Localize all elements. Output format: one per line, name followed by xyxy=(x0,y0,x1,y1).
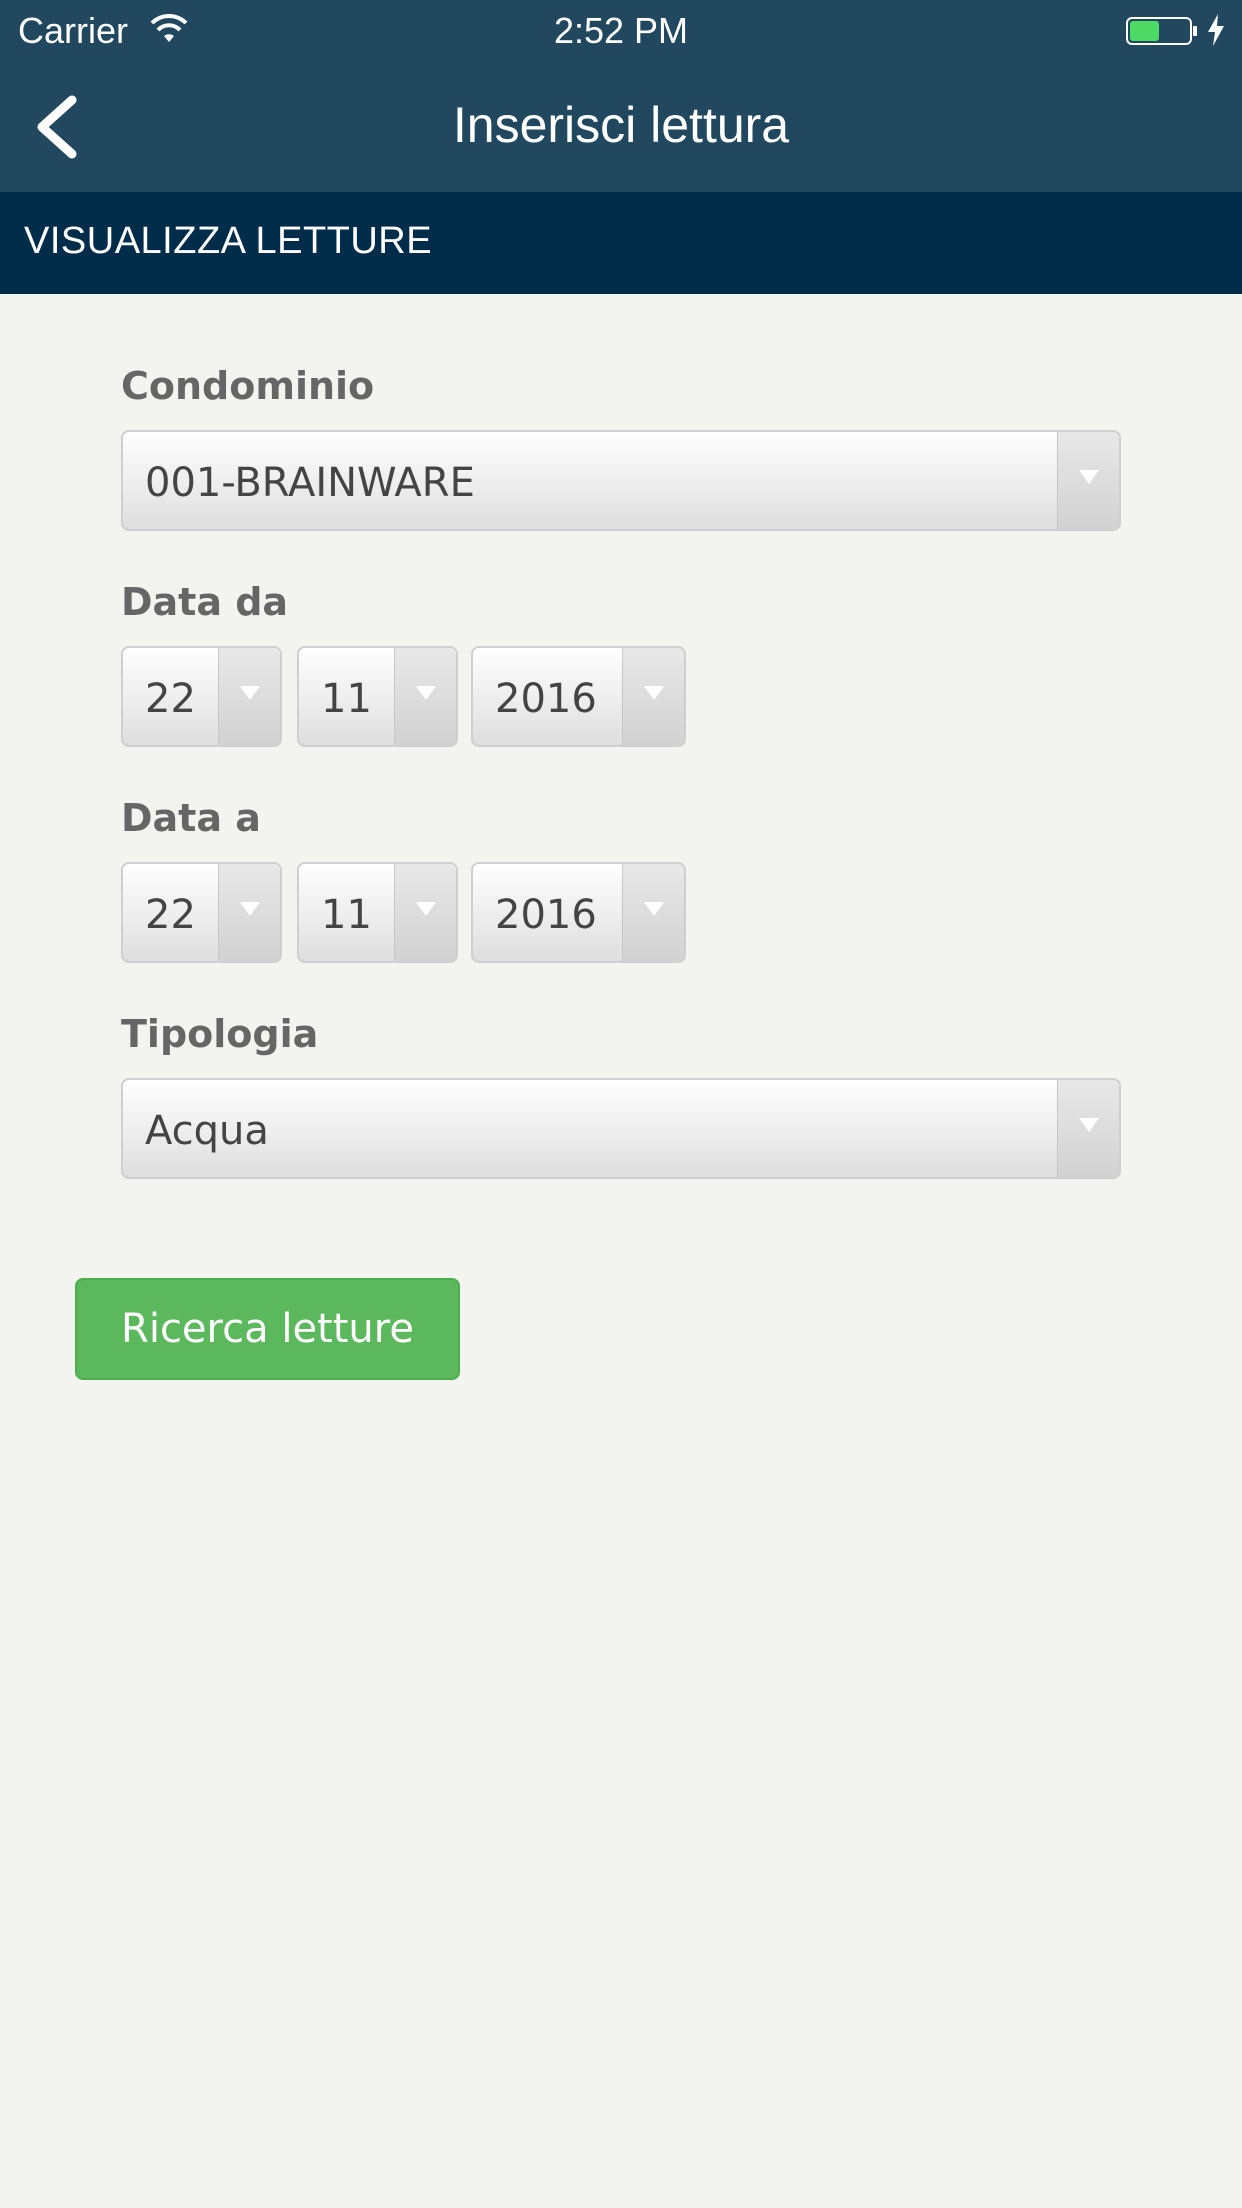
tipologia-select-value: Acqua xyxy=(145,1108,269,1154)
status-bar: Carrier 2:52 PM xyxy=(0,0,1242,60)
data-da-month-value: 11 xyxy=(321,676,372,722)
chevron-down-icon xyxy=(1057,1080,1119,1177)
condominio-label: Condominio xyxy=(121,364,375,408)
chevron-down-icon xyxy=(218,648,280,745)
chevron-down-icon xyxy=(218,864,280,961)
condominio-select-value: 001-BRAINWARE xyxy=(145,460,475,506)
ricerca-letture-button-label: Ricerca letture xyxy=(121,1306,414,1352)
data-da-day-select[interactable]: 22 xyxy=(121,646,282,747)
data-a-month-select[interactable]: 11 xyxy=(297,862,458,963)
data-a-year-select[interactable]: 2016 xyxy=(471,862,686,963)
tipologia-select[interactable]: Acqua xyxy=(121,1078,1121,1179)
navigation-bar: Inserisci lettura xyxy=(0,60,1242,192)
data-a-day-select[interactable]: 22 xyxy=(121,862,282,963)
page-title: Inserisci lettura xyxy=(452,97,790,153)
section-header: VISUALIZZA LETTURE xyxy=(0,192,1242,294)
data-da-month-select[interactable]: 11 xyxy=(297,646,458,747)
data-da-year-value: 2016 xyxy=(495,676,597,722)
data-da-year-select[interactable]: 2016 xyxy=(471,646,686,747)
status-time: 2:52 PM xyxy=(553,10,689,51)
chevron-down-icon xyxy=(394,648,456,745)
chevron-down-icon xyxy=(394,864,456,961)
data-da-label: Data da xyxy=(121,580,289,624)
section-title: VISUALIZZA LETTURE xyxy=(24,220,433,262)
data-a-month-value: 11 xyxy=(321,892,372,938)
data-da-day-value: 22 xyxy=(145,676,196,722)
data-a-label: Data a xyxy=(121,796,261,840)
tipologia-label: Tipologia xyxy=(121,1012,319,1056)
ricerca-letture-button[interactable]: Ricerca letture xyxy=(75,1278,460,1380)
chevron-down-icon xyxy=(622,864,684,961)
data-a-day-value: 22 xyxy=(145,892,196,938)
condominio-select[interactable]: 001-BRAINWARE xyxy=(121,430,1121,531)
chevron-down-icon xyxy=(1057,432,1119,529)
battery-icon xyxy=(1126,17,1197,45)
charging-bolt-icon xyxy=(1208,14,1224,46)
data-a-year-value: 2016 xyxy=(495,892,597,938)
chevron-down-icon xyxy=(622,648,684,745)
